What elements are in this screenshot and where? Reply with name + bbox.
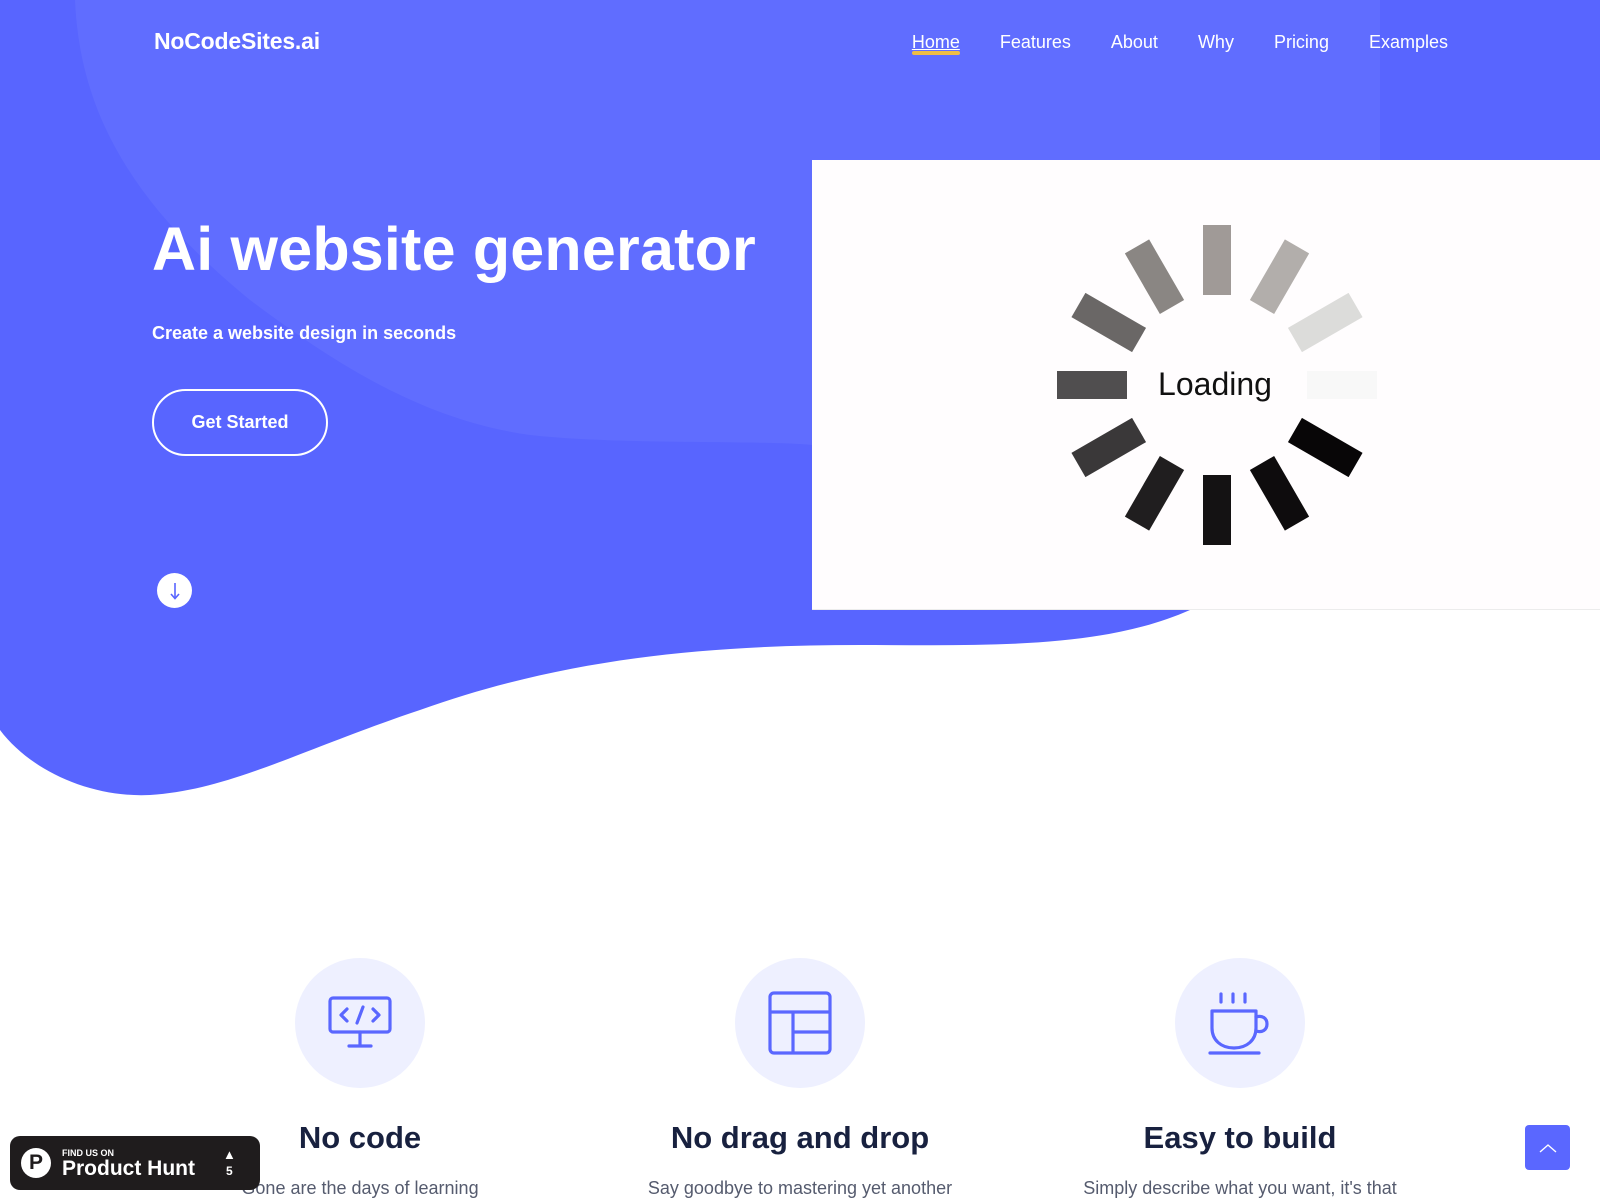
product-hunt-badge[interactable]: P FIND US ON Product Hunt ▲ 5 [10, 1136, 260, 1190]
feature-no-drag-and-drop: No drag and drop Say goodbye to masterin… [590, 958, 1010, 1199]
spinner-bar [1071, 292, 1147, 353]
feature-title: No drag and drop [670, 1120, 930, 1155]
nav-link-pricing[interactable]: Pricing [1274, 32, 1329, 53]
spinner-bar [1287, 292, 1363, 353]
hero-title: Ai website generator [152, 215, 756, 283]
scroll-down-button[interactable] [157, 573, 192, 608]
feature-icon-circle [1175, 958, 1305, 1088]
feature-title: Easy to build [1143, 1120, 1337, 1155]
spinner-bar [1249, 239, 1310, 315]
feature-description: Say goodbye to mastering yet another [647, 1178, 953, 1198]
spinner-bar [1203, 475, 1231, 545]
loading-text: Loading [1158, 366, 1272, 402]
feature-icon-circle [735, 958, 865, 1088]
spinner-bar [1057, 371, 1127, 399]
nav-link-why[interactable]: Why [1198, 32, 1234, 53]
chevron-up-icon [1539, 1143, 1556, 1153]
nav-link-features[interactable]: Features [1000, 32, 1071, 53]
spinner-bar [1071, 417, 1147, 478]
spinner-bar [1203, 225, 1231, 295]
upvote-arrow-icon: ▲ [223, 1147, 236, 1162]
nav-links: Home Features About Why Pricing Examples [911, 32, 1448, 55]
hero-subtitle: Create a website design in seconds [152, 323, 457, 343]
nav-link-examples[interactable]: Examples [1369, 32, 1448, 53]
product-hunt-name: Product Hunt [62, 1157, 195, 1180]
arrow-down-icon [169, 582, 180, 600]
back-to-top-button[interactable] [1525, 1125, 1570, 1170]
get-started-button[interactable]: Get Started [152, 389, 328, 456]
spinner-bar [1307, 371, 1377, 399]
code-monitor-icon [328, 996, 392, 1048]
spinner-bar [1124, 455, 1185, 531]
feature-description: Simply describe what you want, it's that [1083, 1178, 1397, 1198]
layout-icon [768, 991, 832, 1055]
feature-easy-to-build: Easy to build Simply describe what you w… [1030, 958, 1450, 1199]
top-navigation: NoCodeSites.ai Home Features About Why P… [0, 0, 1600, 86]
upvote-count: 5 [226, 1164, 233, 1178]
spinner-bar [1249, 455, 1310, 531]
nav-link-home[interactable]: Home [911, 32, 960, 55]
feature-icon-circle [295, 958, 425, 1088]
spinner-bar [1124, 239, 1185, 315]
coffee-cup-icon [1208, 992, 1269, 1055]
product-hunt-logo-icon: P [21, 1148, 51, 1178]
nav-link-about[interactable]: About [1111, 32, 1158, 53]
site-logo[interactable]: NoCodeSites.ai [154, 28, 320, 55]
spinner-bar [1287, 417, 1363, 478]
